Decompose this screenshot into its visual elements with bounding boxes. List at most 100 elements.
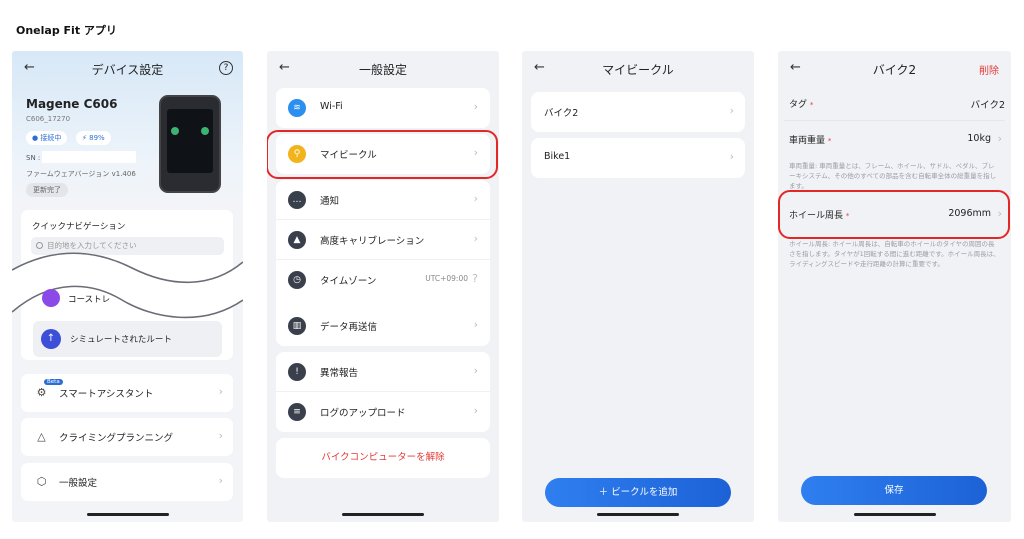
serial-label: SN : [26,154,41,162]
course-training-label: コーストレ [68,295,111,305]
settings-item-label: データ再送信 [320,322,378,333]
settings-item-error-report[interactable]: ! 異常報告 › [276,352,490,392]
weight-value: 10kg [967,133,991,144]
settings-item-label: ログのアップロード [320,408,406,419]
climbing-planning-label: クライミングプランニング [59,433,174,444]
chevron-right-icon: › [473,404,478,417]
save-button[interactable]: 保存 [801,476,987,505]
vehicle-detail-screen: ← バイク2 削除 タグ * バイク2 車両重量 * 10kg › 車両重量: … [778,51,1011,522]
serial-redacted [42,151,136,163]
alert-icon: ! [288,363,306,381]
chevron-right-icon: › [218,474,223,487]
vehicle-item[interactable]: Bike1 › [531,138,745,178]
screen-title: 一般設定 [358,63,407,77]
screen-title: マイビークル [602,63,674,77]
delete-button[interactable]: 削除 [979,62,999,77]
mountain-icon: ▲ [288,231,306,249]
chevron-right-icon: › [729,104,734,117]
data-resend-card: ▥ データ再送信 › [276,306,490,346]
chevron-right-icon: › [218,385,223,398]
header: ← バイク2 削除 [778,51,1011,85]
settings-item-data-resend[interactable]: ▥ データ再送信 › [276,306,490,346]
device-screen [167,109,213,173]
clock-icon: ◷ [288,271,306,289]
device-dot-icon [171,127,179,135]
vehicle-item[interactable]: バイク2 › [531,92,745,132]
smart-assistant-label: スマートアシスタント [59,389,154,400]
general-settings-screen: ← 一般設定 ≋ Wi-Fi › ⚲ マイビークル › … 通知 › ▲ 高度キ… [267,51,499,522]
document-icon: ≡ [288,403,306,421]
device-settings-screen: ← デバイス設定 ? Magene C606 C606_17270 ● 接続中 … [12,51,243,522]
wheel-note: ホイール周長: ホイール周長は、自転車のホイールのタイヤの周囲の長さを指します。… [789,240,1000,268]
help-icon[interactable]: ? [219,61,233,75]
screen-title: バイク2 [872,63,917,77]
settings-item-label: 高度キャリブレーション [320,236,425,247]
connection-badge: ● 接続中 [26,131,68,145]
settings-item-wifi[interactable]: ≋ Wi-Fi › [276,88,490,128]
help-icon[interactable]: ? [472,272,478,285]
header: ← 一般設定 [267,51,499,85]
smart-assistant-row[interactable]: ⚙ Beta スマートアシスタント › [21,374,233,412]
my-vehicles-screen: ← マイビークル バイク2 › Bike1 › ＋ ビークルを追加 [522,51,754,522]
firmware-version: ファームウェアバージョン v1.406 [26,170,136,178]
home-indicator [597,513,679,516]
settings-item-label: 通知 [320,196,340,207]
simulated-route-button[interactable]: ↑ シミュレートされたルート [33,321,222,357]
simulated-route-label: シミュレートされたルート [70,335,172,345]
settings-item-timezone[interactable]: ◷ タイムゾーン UTC+09:00 ? [276,260,490,300]
page-title: Onelap Fit アプリ [16,24,117,37]
battery-badge: ⚡ 89% [76,131,111,145]
weight-label: 車両重量 [789,136,826,146]
general-settings-row[interactable]: ⬡ 一般設定 › [21,463,233,501]
chat-icon: … [288,191,306,209]
home-indicator [342,513,424,516]
tag-value: バイク2 [970,100,1005,111]
beta-badge: Beta [44,379,63,385]
device-dot-icon [201,127,209,135]
weight-field[interactable]: 車両重量 * 10kg › [784,121,1005,157]
chevron-right-icon: › [473,192,478,205]
assistant-icon: ⚙ [36,386,47,399]
required-mark: * [827,137,832,145]
chevron-right-icon: › [473,232,478,245]
climbing-planning-row[interactable]: △ クライミングプランニング › [21,418,233,456]
settings-item-label: 異常報告 [320,368,359,379]
chevron-right-icon: › [729,150,734,163]
home-indicator [853,513,936,516]
settings-item-log-upload[interactable]: ≡ ログのアップロード › [276,392,490,432]
update-status-badge: 更新完了 [26,183,68,197]
chevron-right-icon: › [473,318,478,331]
mountain-icon: △ [37,430,46,443]
header: ← デバイス設定 ? [12,51,243,85]
vehicle-label: バイク2 [544,108,579,119]
general-settings-label: 一般設定 [59,478,98,489]
vehicle-label: Bike1 [544,151,571,162]
timezone-value: UTC+09:00 [425,274,468,283]
settings-item-notifications[interactable]: … 通知 › [276,180,490,220]
settings-item-label: タイムゾーン [320,276,377,287]
device-id: C606_17270 [26,115,71,123]
course-training-row[interactable]: コーストレ [42,288,222,310]
chevron-right-icon: › [997,132,1002,145]
highlight-box [778,190,1010,239]
chevron-right-icon: › [218,429,223,442]
add-vehicle-button[interactable]: ＋ ビークルを追加 [545,478,731,507]
chevron-right-icon: › [473,364,478,377]
wifi-icon: ≋ [288,99,306,117]
tag-field[interactable]: タグ * バイク2 [784,85,1005,121]
wifi-card: ≋ Wi-Fi › [276,88,490,128]
device-name: Magene C606 [26,97,118,111]
settings-item-altitude-calibration[interactable]: ▲ 高度キャリブレーション › [276,220,490,260]
field-label: 車両重量 * [789,133,831,146]
gear-icon: ⬡ [36,475,47,488]
report-card: ! 異常報告 › ≡ ログのアップロード › [276,352,490,432]
highlight-box [267,130,498,179]
settings-item-label: Wi-Fi [320,101,343,112]
home-indicator [86,513,169,516]
screen-title: デバイス設定 [91,63,164,77]
tag-label: タグ [789,100,808,110]
unpair-button[interactable]: バイクコンピューターを解除 [276,438,490,478]
quick-nav-title: クイックナビゲーション [32,222,126,232]
chart-icon: ▥ [288,317,306,335]
weight-note: 車両重量: 車両重量とは、フレーム、ホイール、サドル、ペダル、ブレーキシステム、… [789,162,997,190]
